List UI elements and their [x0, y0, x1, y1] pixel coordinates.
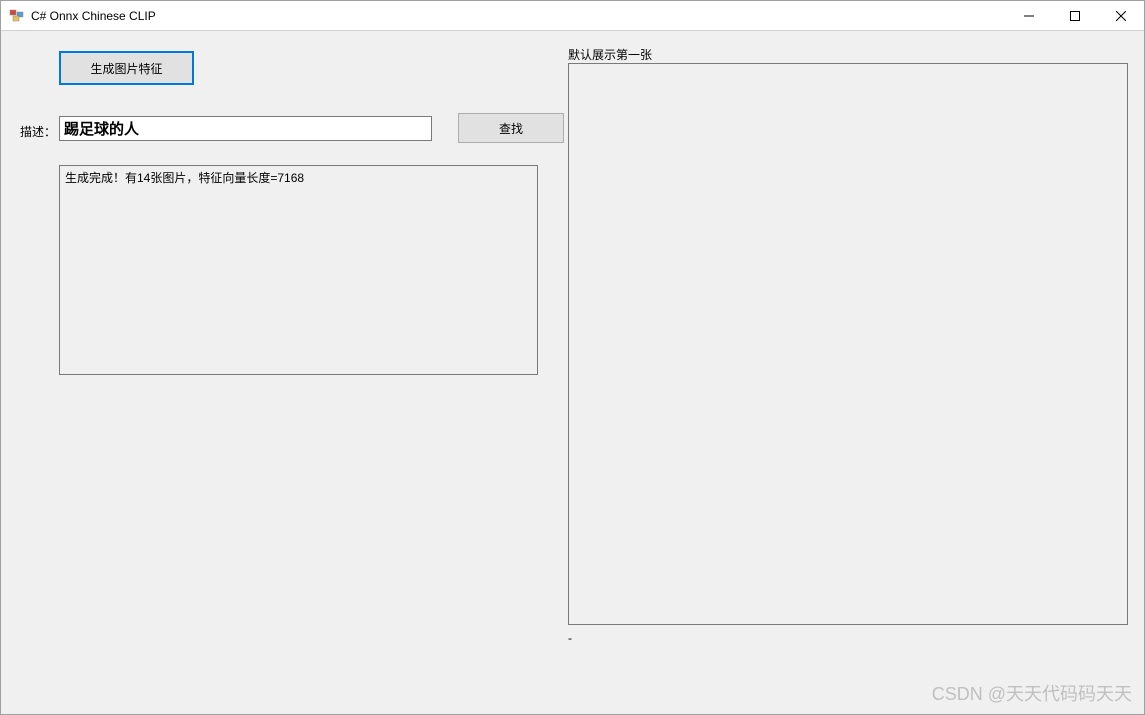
preview-footer: - [568, 631, 572, 645]
close-button[interactable] [1098, 1, 1144, 30]
window-title: C# Onnx Chinese CLIP [31, 9, 1006, 23]
maximize-button[interactable] [1052, 1, 1098, 30]
description-input[interactable] [59, 116, 432, 141]
search-button[interactable]: 查找 [458, 113, 564, 143]
preview-label: 默认展示第一张 [568, 46, 652, 63]
window-controls [1006, 1, 1144, 30]
generate-features-button[interactable]: 生成图片特征 [59, 51, 194, 85]
app-icon [9, 8, 25, 24]
minimize-icon [1024, 11, 1034, 21]
log-output[interactable]: 生成完成！有14张图片，特征向量长度=7168 [59, 165, 538, 375]
image-preview-box [568, 63, 1128, 625]
close-icon [1116, 11, 1126, 21]
minimize-button[interactable] [1006, 1, 1052, 30]
client-area: 生成图片特征 描述： 查找 生成完成！有14张图片，特征向量长度=7168 默认… [1, 31, 1144, 714]
description-label: 描述： [20, 123, 56, 140]
maximize-icon [1070, 11, 1080, 21]
watermark: CSDN @天天代码码天天 [932, 680, 1132, 706]
titlebar[interactable]: C# Onnx Chinese CLIP [1, 1, 1144, 31]
app-window: C# Onnx Chinese CLIP 生成图片特征 描述： [0, 0, 1145, 715]
